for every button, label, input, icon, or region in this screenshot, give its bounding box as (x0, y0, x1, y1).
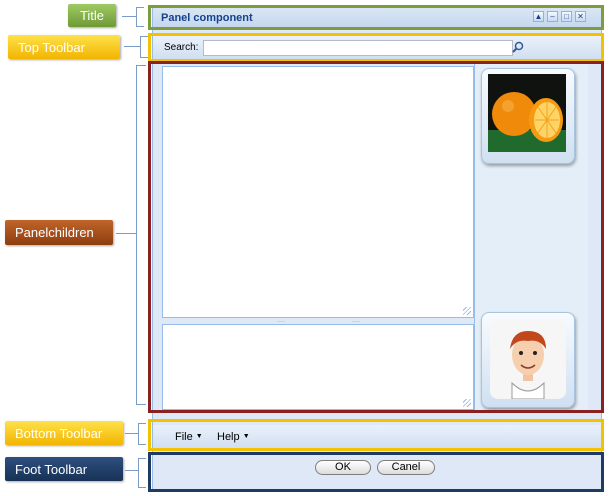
bottom-toolbar-callout-label: Bottom Toolbar (15, 425, 103, 441)
avatar-image (490, 319, 566, 399)
top-toolbar: Search: (153, 36, 601, 60)
upper-textarea[interactable] (162, 66, 474, 318)
bottom-toolbar-bracket-stem (125, 433, 138, 434)
children-bracket-stem (116, 233, 136, 234)
ok-button[interactable]: OK (315, 460, 371, 475)
search-label: Search: (164, 42, 199, 53)
file-menu-button[interactable]: File ▼ (175, 431, 203, 443)
top-toolbar-callout-label: Top Toolbar (18, 39, 85, 55)
panel-title: Panel component (161, 12, 253, 24)
foot-toolbar-callout: Foot Toolbar (5, 457, 123, 481)
search-input[interactable] (203, 40, 513, 56)
bottom-toolbar-bracket (138, 423, 146, 445)
minimize-icon[interactable]: – (547, 11, 558, 22)
file-menu-label: File (175, 431, 193, 443)
panel-children-callout-label: Panelchildren (15, 225, 94, 240)
title-callout: Title (68, 4, 116, 27)
bottom-toolbar: File ▼ Help ▼ (153, 425, 601, 449)
magnifier-icon[interactable] (512, 41, 524, 53)
help-menu-button[interactable]: Help ▼ (217, 431, 250, 443)
resize-grip[interactable] (463, 307, 471, 315)
title-bracket-stem (122, 16, 136, 17)
panel: Panel component ▲ – □ ✕ Search: .... ...… (152, 7, 602, 491)
top-toolbar-bracket (140, 36, 148, 58)
foot-toolbar: OK Canel (153, 458, 601, 490)
foot-toolbar-bracket-stem (125, 470, 138, 471)
foot-toolbar-callout-label: Foot Toolbar (15, 461, 88, 477)
ok-label: OK (335, 461, 351, 473)
close-icon[interactable]: ✕ (575, 11, 586, 22)
foot-toolbar-bracket (138, 458, 146, 488)
maximize-icon[interactable]: □ (561, 11, 572, 22)
top-toolbar-bracket-stem (124, 46, 140, 47)
cartoon-avatar (481, 312, 575, 408)
image-column (474, 64, 588, 412)
oranges-photo (481, 68, 575, 164)
top-toolbar-callout: Top Toolbar (8, 35, 120, 59)
lower-textarea[interactable] (162, 324, 474, 410)
up-icon[interactable]: ▲ (533, 11, 544, 22)
children-bracket (136, 65, 146, 405)
dropdown-arrow-icon: ▼ (242, 433, 250, 440)
bottom-toolbar-callout: Bottom Toolbar (5, 421, 123, 445)
dropdown-arrow-icon: ▼ (195, 433, 203, 440)
title-bracket (136, 7, 144, 27)
title-callout-label: Title (79, 8, 105, 23)
panel-title-bar: Panel component ▲ – □ ✕ (153, 8, 601, 28)
cancel-button[interactable]: Canel (377, 460, 435, 475)
oranges-image (488, 74, 566, 152)
panel-children-callout: Panelchildren (5, 220, 113, 245)
cancel-label: Canel (391, 461, 421, 473)
panel-children: .... .... (153, 64, 601, 412)
help-menu-label: Help (217, 431, 240, 443)
resize-grip[interactable] (463, 399, 471, 407)
